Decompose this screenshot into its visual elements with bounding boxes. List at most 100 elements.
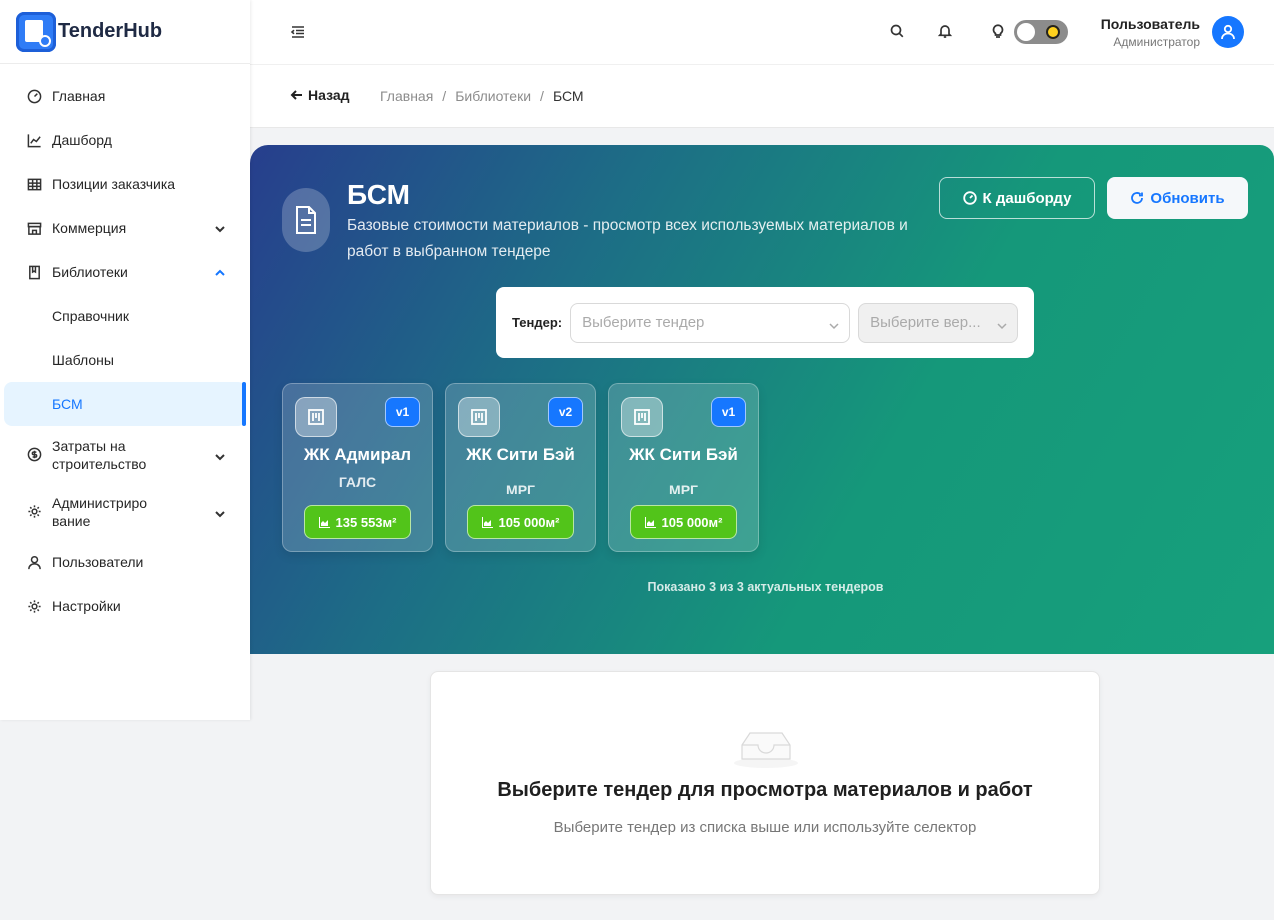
sidebar-item-label: БСМ [52,396,83,412]
sidebar-item-commerce[interactable]: Коммерция [0,206,250,250]
sidebar-item-reference[interactable]: Справочник [0,294,250,338]
user-info[interactable]: Пользователь Администратор [1101,16,1200,49]
sidebar-nav: Главная Дашборд Позиции заказчика Коммер… [0,64,250,628]
user-icon [26,554,42,570]
area-chart-icon [318,516,330,528]
sidebar-item-users[interactable]: Пользователи [0,540,250,584]
hero-panel: БСМ Базовые стоимости материалов - просм… [250,145,1274,654]
tender-client: МРГ [669,482,698,494]
line-chart-icon [26,132,42,148]
sidebar-item-construction-costs[interactable]: Затраты на строительство [0,426,250,483]
empty-title: Выберите тендер для просмотра материалов… [497,779,1033,801]
tender-name: ЖК Сити Бэй [629,445,738,464]
sidebar-item-administration[interactable]: Администриро вание [0,483,250,540]
area-chart-icon [644,516,656,528]
reload-icon [1131,192,1144,204]
area-chart-icon [481,516,493,528]
file-text-icon [282,188,330,252]
area-badge: 105 000м² [467,505,574,539]
area-value: 105 000м² [661,514,723,530]
gear-icon [26,504,42,520]
project-board-icon [621,397,663,437]
sidebar-item-settings[interactable]: Настройки [0,584,250,628]
area-value: 105 000м² [498,514,560,530]
page-title: БСМ [347,179,410,210]
sidebar-item-label: Затраты на строительство [52,437,147,472]
avatar[interactable] [1212,16,1244,48]
breadcrumb: Главная / Библиотеки / БСМ [380,88,584,104]
sidebar: TenderHub Главная Дашборд Позиции заказч… [0,0,250,720]
breadcrumb-bar: Назад Главная / Библиотеки / БСМ [250,64,1274,128]
tender-card[interactable]: v1 ЖК Сити Бэй МРГ 105 000м² [608,383,759,552]
version-badge: v1 [385,397,420,427]
dashboard-gauge-icon [26,88,42,104]
back-button[interactable]: Назад [290,87,350,103]
to-dashboard-button[interactable]: К дашборду [939,177,1095,219]
refresh-button[interactable]: Обновить [1107,177,1248,219]
sidebar-item-label: Пользователи [52,554,144,570]
chevron-up-icon [214,266,226,278]
sidebar-item-templates[interactable]: Шаблоны [0,338,250,382]
chevron-down-icon [214,506,226,518]
tender-client: МРГ [506,482,535,494]
sidebar-item-dashboard[interactable]: Дашборд [0,118,250,162]
shown-count-text: Показано 3 из 3 актуальных тендеров [647,580,884,594]
toggle-knob [1017,23,1035,41]
back-label: Назад [308,87,350,103]
version-badge: v1 [711,397,746,427]
top-bar: Пользователь Администратор [250,0,1274,64]
book-icon [26,264,42,280]
chevron-down-icon [214,449,226,461]
arrow-left-icon [290,90,302,100]
sidebar-item-label: Администриро вание [52,494,148,529]
menu-fold-icon[interactable] [290,24,306,40]
chevron-down-icon [997,318,1007,329]
sidebar-item-label: Шаблоны [52,352,114,368]
breadcrumb-current: БСМ [552,88,584,104]
bulb-icon [990,23,1006,39]
to-dashboard-label: К дашборду [982,189,1072,207]
area-value: 135 553м² [335,514,397,530]
sidebar-item-bsm[interactable]: БСМ [4,382,246,426]
breadcrumb-libraries[interactable]: Библиотеки [455,88,531,104]
version-select[interactable]: Выберите вер... [858,302,1019,343]
bell-icon[interactable] [937,23,953,39]
version-badge: v2 [548,397,583,427]
chevron-down-icon [214,222,226,234]
app-name: TenderHub [58,20,163,42]
tender-cards: v1 ЖК Адмирал ГАЛС 135 553м² v2 ЖК Сити … [282,383,771,552]
page-description: Базовые стоимости материалов - просмотр … [347,217,908,260]
sidebar-item-home[interactable]: Главная [0,74,250,118]
sun-icon [1046,25,1060,39]
tender-card[interactable]: v2 ЖК Сити Бэй МРГ 105 000м² [445,383,596,552]
theme-toggle[interactable] [1014,20,1068,44]
empty-state-panel: Выберите тендер для просмотра материалов… [430,671,1100,895]
tender-select[interactable]: Выберите тендер [570,302,851,343]
sidebar-item-label: Главная [52,88,106,104]
tender-card[interactable]: v1 ЖК Адмирал ГАЛС 135 553м² [282,383,433,552]
search-icon[interactable] [889,23,905,39]
sidebar-item-label: Дашборд [52,132,112,148]
tender-label: Тендер: [512,315,563,330]
app-logo[interactable]: TenderHub [0,0,250,64]
sidebar-item-label: Справочник [52,308,129,324]
breadcrumb-home[interactable]: Главная [380,88,433,104]
shop-icon [26,220,42,236]
logo-icon [16,11,56,52]
sidebar-item-label: Коммерция [52,220,127,236]
breadcrumb-separator: / [442,88,447,104]
user-icon [1221,24,1235,40]
tender-placeholder: Выберите тендер [582,314,705,331]
area-badge: 105 000м² [630,505,737,539]
sidebar-item-customer-positions[interactable]: Позиции заказчика [0,162,250,206]
sidebar-item-label: Библиотеки [52,264,128,280]
table-icon [26,176,42,192]
sidebar-item-libraries[interactable]: Библиотеки [0,250,250,294]
breadcrumb-separator: / [540,88,544,104]
tender-name: ЖК Сити Бэй [466,445,575,464]
version-placeholder: Выберите вер... [870,314,981,331]
dashboard-gauge-icon [962,191,977,205]
project-board-icon [458,397,500,437]
sidebar-item-label: Настройки [52,598,121,614]
empty-inbox-icon [734,732,798,768]
